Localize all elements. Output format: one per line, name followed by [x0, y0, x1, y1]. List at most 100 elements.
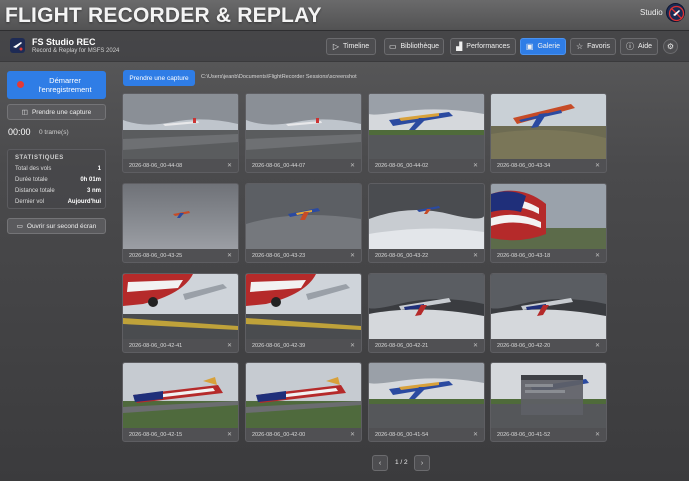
delete-icon[interactable]: ✕: [595, 342, 600, 349]
screenshot-thumbnail[interactable]: [123, 184, 238, 249]
stat-last-flight: Dernier vol Aujourd'hui: [15, 199, 101, 205]
gallery-card[interactable]: 2026-08-06_00-41-52 ✕: [490, 362, 607, 442]
studio-logo-icon[interactable]: [666, 3, 685, 22]
stat-total-flights: Total des vols 1: [15, 166, 101, 172]
screenshot-filename: 2026-08-06_00-42-21: [375, 343, 429, 349]
nav-timeline-button[interactable]: ▷ Timeline: [326, 38, 376, 55]
stat-total-duration: Durée totale 0h 01m: [15, 177, 101, 183]
delete-icon[interactable]: ✕: [595, 431, 600, 438]
main-capture-button[interactable]: Prendre une capture: [123, 70, 195, 86]
start-recording-button[interactable]: Démarrer l'enregistrement: [7, 71, 106, 99]
nav-gallery-button[interactable]: ▣ Galerie: [520, 38, 566, 55]
screenshot-filename: 2026-08-06_00-43-25: [129, 253, 183, 259]
delete-icon[interactable]: ✕: [595, 252, 600, 259]
delete-icon[interactable]: ✕: [473, 431, 478, 438]
delete-icon[interactable]: ✕: [350, 162, 355, 169]
stat-total-distance: Distance totale 3 nm: [15, 188, 101, 194]
screenshot-filename: 2026-08-06_00-42-41: [129, 343, 183, 349]
chart-icon: ▟: [456, 41, 463, 51]
screenshot-thumbnail[interactable]: [246, 184, 361, 249]
screenshot-thumbnail[interactable]: [246, 363, 361, 428]
screenshot-thumbnail[interactable]: [369, 363, 484, 428]
screenshot-filename: 2026-08-06_00-43-22: [375, 253, 429, 259]
gallery-card[interactable]: 2026-08-06_00-44-02 ✕: [368, 93, 485, 173]
delete-icon[interactable]: ✕: [227, 252, 232, 259]
screenshot-thumbnail[interactable]: [123, 274, 238, 339]
gallery-card[interactable]: 2026-08-06_00-44-08 ✕: [122, 93, 239, 173]
gallery-card[interactable]: 2026-08-06_00-43-22 ✕: [368, 183, 485, 263]
app-title: FLIGHT RECORDER & REPLAY: [5, 4, 322, 27]
settings-button[interactable]: ⚙: [663, 39, 678, 54]
gallery-card[interactable]: 2026-08-06_00-41-54 ✕: [368, 362, 485, 442]
screenshot-thumbnail[interactable]: [491, 94, 606, 159]
nav-library-button[interactable]: ▭ Bibliothèque: [384, 38, 444, 55]
delete-icon[interactable]: ✕: [473, 342, 478, 349]
delete-icon[interactable]: ✕: [595, 162, 600, 169]
screenshot-thumbnail[interactable]: [123, 363, 238, 428]
delete-icon[interactable]: ✕: [473, 252, 478, 259]
nav-performances-button[interactable]: ▟ Performances: [450, 38, 516, 55]
screenshot-thumbnail[interactable]: [369, 94, 484, 159]
delete-icon[interactable]: ✕: [350, 252, 355, 259]
delete-icon[interactable]: ✕: [473, 162, 478, 169]
screenshot-filename: 2026-08-06_00-42-15: [129, 432, 183, 438]
gallery-card[interactable]: 2026-08-06_00-43-25 ✕: [122, 183, 239, 263]
nav-help-button[interactable]: ⓘ Aide: [620, 38, 658, 55]
screenshot-filename: 2026-08-06_00-44-07: [252, 163, 306, 169]
screenshot-filename: 2026-08-06_00-42-00: [252, 432, 306, 438]
play-icon: ▷: [332, 41, 339, 51]
delete-icon[interactable]: ✕: [350, 342, 355, 349]
delete-icon[interactable]: ✕: [350, 431, 355, 438]
recording-timer: 00:00: [8, 127, 31, 137]
gallery-card[interactable]: 2026-08-06_00-42-41 ✕: [122, 273, 239, 353]
gallery-card[interactable]: 2026-08-06_00-42-00 ✕: [245, 362, 362, 442]
gallery-card[interactable]: 2026-08-06_00-44-07 ✕: [245, 93, 362, 173]
gallery-card[interactable]: 2026-08-06_00-42-39 ✕: [245, 273, 362, 353]
screenshot-thumbnail[interactable]: [246, 274, 361, 339]
screenshot-thumbnail[interactable]: [491, 184, 606, 249]
studio-label: Studio: [640, 8, 663, 17]
screenshot-thumbnail[interactable]: [491, 274, 606, 339]
screenshot-filename: 2026-08-06_00-44-02: [375, 163, 429, 169]
delete-icon[interactable]: ✕: [227, 162, 232, 169]
gear-icon: ⚙: [666, 42, 675, 51]
sidebar-capture-button[interactable]: ◫ Prendre une capture: [7, 104, 106, 120]
brand-name: FS Studio REC: [32, 37, 96, 47]
screenshot-filename: 2026-08-06_00-43-34: [497, 163, 551, 169]
pager-prev-button[interactable]: ‹: [372, 455, 388, 471]
screenshot-filename: 2026-08-06_00-44-08: [129, 163, 183, 169]
gallery-card[interactable]: 2026-08-06_00-43-23 ✕: [245, 183, 362, 263]
title-bar: FLIGHT RECORDER & REPLAY Studio: [0, 0, 689, 31]
gallery-card[interactable]: 2026-08-06_00-43-18 ✕: [490, 183, 607, 263]
screenshot-thumbnail[interactable]: [491, 363, 606, 428]
record-icon: [17, 81, 24, 88]
delete-icon[interactable]: ✕: [227, 431, 232, 438]
monitor-icon: ▭: [16, 223, 23, 230]
app-header: FS Studio REC Record & Replay for MSFS 2…: [0, 31, 689, 62]
gallery-card[interactable]: 2026-08-06_00-42-21 ✕: [368, 273, 485, 353]
brand-subtitle: Record & Replay for MSFS 2024: [32, 48, 120, 54]
screenshot-filename: 2026-08-06_00-41-54: [375, 432, 429, 438]
screenshot-filename: 2026-08-06_00-43-18: [497, 253, 551, 259]
stats-title: STATISTIQUES: [15, 155, 64, 161]
delete-icon[interactable]: ✕: [227, 342, 232, 349]
gallery-card[interactable]: 2026-08-06_00-42-15 ✕: [122, 362, 239, 442]
star-icon: ☆: [575, 41, 584, 51]
screenshot-thumbnail[interactable]: [369, 184, 484, 249]
image-icon: ▣: [525, 41, 534, 51]
screenshot-filename: 2026-08-06_00-42-39: [252, 343, 306, 349]
screenshot-filename: 2026-08-06_00-42-20: [497, 343, 551, 349]
nav-favorites-button[interactable]: ☆ Favoris: [570, 38, 616, 55]
screenshot-thumbnail[interactable]: [123, 94, 238, 159]
brand-logo-icon: [10, 38, 25, 53]
gallery-card[interactable]: 2026-08-06_00-42-20 ✕: [490, 273, 607, 353]
pager-next-button[interactable]: ›: [414, 455, 430, 471]
folder-icon: ▭: [388, 41, 397, 51]
screenshot-thumbnail[interactable]: [369, 274, 484, 339]
screenshot-path: C:\Users\jeanb\Documents\FlightRecorder …: [201, 74, 357, 80]
gallery-grid: 2026-08-06_00-44-08 ✕ 2026-08-06_00-44-07 ✕…: [122, 93, 610, 446]
stats-panel: STATISTIQUES Total des vols 1 Durée total…: [7, 149, 106, 209]
second-screen-button[interactable]: ▭ Ouvrir sur second écran: [7, 218, 106, 234]
gallery-card[interactable]: 2026-08-06_00-43-34 ✕: [490, 93, 607, 173]
screenshot-thumbnail[interactable]: [246, 94, 361, 159]
